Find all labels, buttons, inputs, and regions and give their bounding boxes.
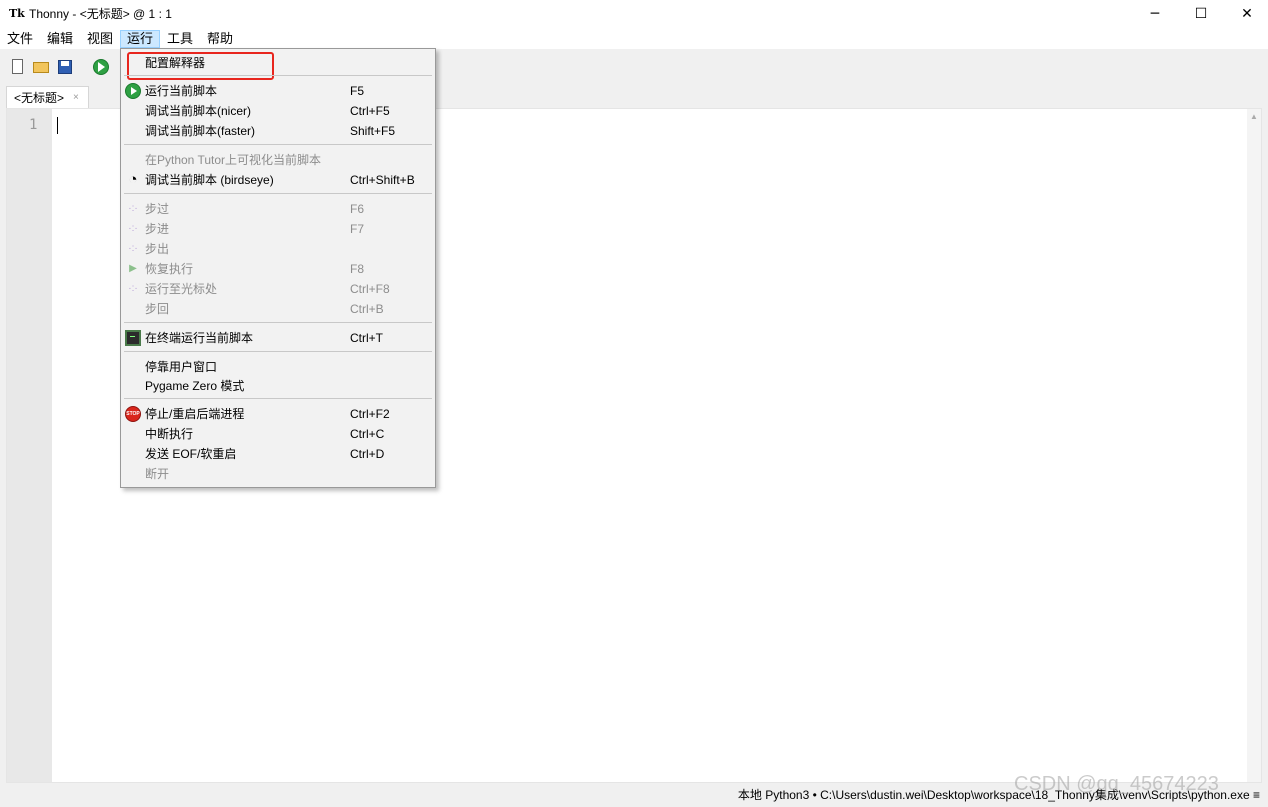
menu-item-shortcut: Ctrl+C [350, 427, 385, 441]
menu-item-label: 调试当前脚本(faster) [145, 124, 256, 138]
thonny-app-icon: Tk [9, 7, 25, 20]
step-over-icon: ·:· [128, 203, 138, 214]
menu-item-shortcut: Ctrl+F8 [350, 282, 390, 296]
menu-item-interrupt-execution[interactable]: 中断执行 Ctrl+C [123, 424, 433, 444]
stop-icon: STOP [125, 406, 141, 422]
menu-item-debug-faster[interactable]: 调试当前脚本(faster) Shift+F5 [123, 121, 433, 141]
maximize-button[interactable]: ☐ [1178, 0, 1224, 29]
line-number: 1 [29, 117, 38, 133]
menu-item-label: 停靠用户窗口 [145, 360, 218, 374]
tab-close-icon[interactable]: × [73, 91, 79, 105]
menu-item-label: 断开 [145, 467, 170, 481]
terminal-icon [125, 330, 141, 346]
menu-item-run-current-script[interactable]: 运行当前脚本 F5 [123, 81, 433, 101]
menu-bar: 文件 编辑 视图 运行 工具 帮助 [0, 29, 1268, 49]
menu-item-shortcut: F6 [350, 202, 365, 216]
menu-item-configure-interpreter[interactable]: 配置解释器 [123, 53, 433, 73]
menu-separator [124, 193, 432, 194]
menu-item-label: 中断执行 [145, 427, 194, 441]
menu-separator [124, 322, 432, 323]
menu-item-resume[interactable]: ▶ 恢复执行 F8 [123, 259, 433, 279]
menu-file[interactable]: 文件 [1, 30, 39, 48]
menu-item-shortcut: Shift+F5 [350, 124, 396, 138]
menu-run[interactable]: 运行 [120, 30, 161, 48]
minimize-button[interactable]: ─ [1132, 0, 1178, 29]
menu-item-debug-nicer[interactable]: 调试当前脚本(nicer) Ctrl+F5 [123, 101, 433, 121]
menu-item-python-tutor[interactable]: 在Python Tutor上可视化当前脚本 [123, 150, 433, 170]
birdseye-icon: ◔ [128, 171, 138, 188]
run-menu-dropdown: 配置解释器 运行当前脚本 F5 调试当前脚本(nicer) Ctrl+F5 调试… [120, 48, 436, 488]
menu-item-run-in-terminal[interactable]: 在终端运行当前脚本 Ctrl+T [123, 328, 433, 348]
menu-separator [124, 398, 432, 399]
new-file-icon[interactable] [9, 58, 27, 76]
run-to-cursor-icon: ·:· [128, 283, 138, 294]
menu-item-disconnect[interactable]: 断开 [123, 464, 433, 484]
menu-item-label: 恢复执行 [145, 262, 194, 276]
menu-item-step-out[interactable]: ·:· 步出 [123, 239, 433, 259]
run-icon [125, 83, 141, 99]
menu-item-dock-user-windows[interactable]: 停靠用户窗口 [123, 357, 433, 377]
menu-separator [124, 75, 432, 76]
menu-item-label: 运行至光标处 [145, 282, 218, 296]
step-into-icon: ·:· [128, 223, 138, 234]
menu-item-label: 步出 [145, 242, 170, 256]
scroll-up-icon[interactable]: ▲ [1250, 113, 1258, 121]
menu-separator [124, 144, 432, 145]
menu-item-shortcut: Ctrl+T [350, 331, 383, 345]
menu-item-shortcut: Ctrl+D [350, 447, 385, 461]
menu-item-label: 调试当前脚本(nicer) [145, 104, 252, 118]
step-out-icon: ·:· [128, 243, 138, 254]
tab-label: <无标题> [14, 91, 65, 105]
menu-item-shortcut: Ctrl+F5 [350, 104, 390, 118]
vertical-scrollbar[interactable]: ▲ [1247, 109, 1261, 782]
tab-untitled[interactable]: <无标题> × [6, 86, 89, 108]
save-file-icon[interactable] [56, 58, 74, 76]
menu-item-shortcut: Ctrl+Shift+B [350, 173, 415, 187]
menu-separator [124, 351, 432, 352]
csdn-watermark: CSDN @qq_45674223 [1014, 773, 1219, 795]
menu-item-label: 步进 [145, 222, 170, 236]
menu-item-label: 运行当前脚本 [145, 84, 218, 98]
menu-item-shortcut: Ctrl+F2 [350, 407, 390, 421]
run-script-icon[interactable] [92, 58, 110, 76]
menu-item-pygame-zero-mode[interactable]: Pygame Zero 模式 [123, 376, 433, 396]
open-file-icon[interactable] [32, 58, 50, 76]
close-button[interactable]: ✕ [1224, 0, 1268, 29]
menu-edit[interactable]: 编辑 [41, 30, 79, 48]
window-title: Thonny - <无标题> @ 1 : 1 [29, 7, 172, 21]
menu-item-shortcut: F5 [350, 84, 365, 98]
menu-item-debug-birdseye[interactable]: ◔ 调试当前脚本 (birdseye) Ctrl+Shift+B [123, 170, 433, 190]
menu-item-shortcut: Ctrl+B [350, 302, 384, 316]
title-bar: Tk Thonny - <无标题> @ 1 : 1 ─ ☐ ✕ [0, 0, 1268, 29]
menu-item-shortcut: F8 [350, 262, 365, 276]
menu-item-label: 步回 [145, 302, 170, 316]
menu-item-label: 调试当前脚本 (birdseye) [145, 173, 274, 187]
menu-item-step-over[interactable]: ·:· 步过 F6 [123, 199, 433, 219]
menu-item-label: 停止/重启后端进程 [145, 407, 245, 421]
menu-item-label: 在终端运行当前脚本 [145, 331, 254, 345]
menu-item-label: 步过 [145, 202, 170, 216]
menu-item-shortcut: F7 [350, 222, 365, 236]
menu-tools[interactable]: 工具 [161, 30, 199, 48]
menu-view[interactable]: 视图 [81, 30, 119, 48]
text-caret [57, 117, 58, 134]
line-number-gutter: 1 [7, 109, 52, 782]
menu-item-label: Pygame Zero 模式 [145, 379, 245, 393]
menu-item-label: 配置解释器 [145, 56, 206, 70]
menu-item-label: 发送 EOF/软重启 [145, 447, 237, 461]
menu-item-label: 在Python Tutor上可视化当前脚本 [145, 153, 322, 167]
menu-item-stop-restart-backend[interactable]: STOP 停止/重启后端进程 Ctrl+F2 [123, 404, 433, 424]
menu-item-run-to-cursor[interactable]: ·:· 运行至光标处 Ctrl+F8 [123, 279, 433, 299]
menu-help[interactable]: 帮助 [201, 30, 239, 48]
menu-item-step-back[interactable]: 步回 Ctrl+B [123, 299, 433, 319]
menu-item-step-into[interactable]: ·:· 步进 F7 [123, 219, 433, 239]
menu-item-send-eof[interactable]: 发送 EOF/软重启 Ctrl+D [123, 444, 433, 464]
resume-icon: ▶ [129, 263, 137, 274]
